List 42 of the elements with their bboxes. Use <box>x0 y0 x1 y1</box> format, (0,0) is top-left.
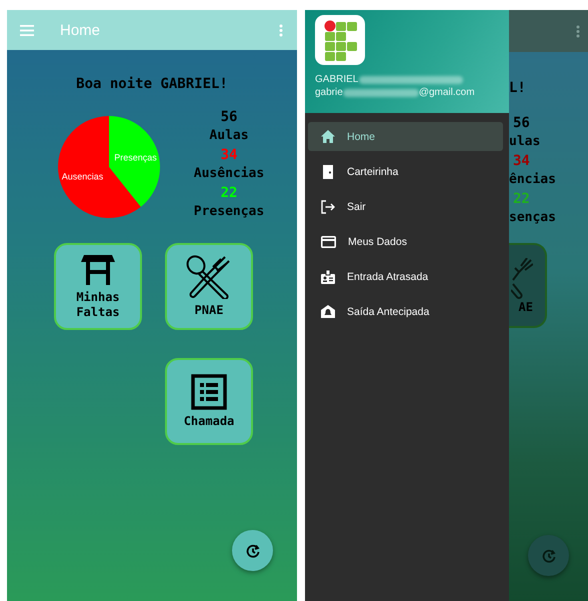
more-icon[interactable] <box>279 24 283 36</box>
drawer-item[interactable]: Sair <box>308 192 503 221</box>
history-button[interactable] <box>232 530 273 571</box>
stat-value: 22 <box>220 184 238 202</box>
greeting: L! <box>509 80 527 96</box>
email-end: @gmail.com <box>418 87 475 98</box>
slice-label: Presenças <box>114 152 157 163</box>
menu-icon[interactable] <box>20 24 34 36</box>
drawer-item[interactable]: Home <box>308 122 503 151</box>
badge-icon <box>321 270 335 284</box>
stat-value: 34 <box>513 152 530 170</box>
table-icon <box>80 254 116 286</box>
stat-value: 22 <box>513 190 530 208</box>
stat-label: ulas <box>509 133 540 151</box>
greeting: Boa noite GABRIEL! <box>75 76 229 92</box>
stat-label: Ausências <box>194 165 264 183</box>
screen-title: Home <box>60 22 102 38</box>
drawer-item[interactable]: Carteirinha <box>308 157 503 186</box>
list-icon <box>191 374 227 410</box>
logo-icon <box>315 15 365 65</box>
slice-label: Ausencias <box>62 171 104 182</box>
card-icon <box>321 236 336 248</box>
history-icon <box>542 548 556 562</box>
menu-tile[interactable]: Chamada <box>165 358 253 445</box>
email-start: gabrie <box>315 87 343 98</box>
stat-label: senças <box>509 209 556 227</box>
history-icon <box>246 544 260 558</box>
stat-label: Aulas <box>209 127 249 145</box>
more-icon[interactable] <box>576 24 580 38</box>
door-icon <box>321 164 335 178</box>
menu-tile[interactable]: PNAE <box>165 243 253 330</box>
stat-label: Presenças <box>194 203 264 221</box>
home-icon <box>321 130 335 143</box>
user-name: GABRIEL <box>315 74 358 85</box>
menu-tile[interactable]: Minhas Faltas <box>54 243 142 330</box>
fork-icon <box>511 258 533 300</box>
stat-label: ências <box>509 171 556 189</box>
logout-icon <box>321 200 335 214</box>
stat-value: 34 <box>220 146 238 164</box>
bell-icon <box>321 305 335 318</box>
stat-value: 56 <box>513 114 530 132</box>
stat-value: 56 <box>220 108 238 126</box>
